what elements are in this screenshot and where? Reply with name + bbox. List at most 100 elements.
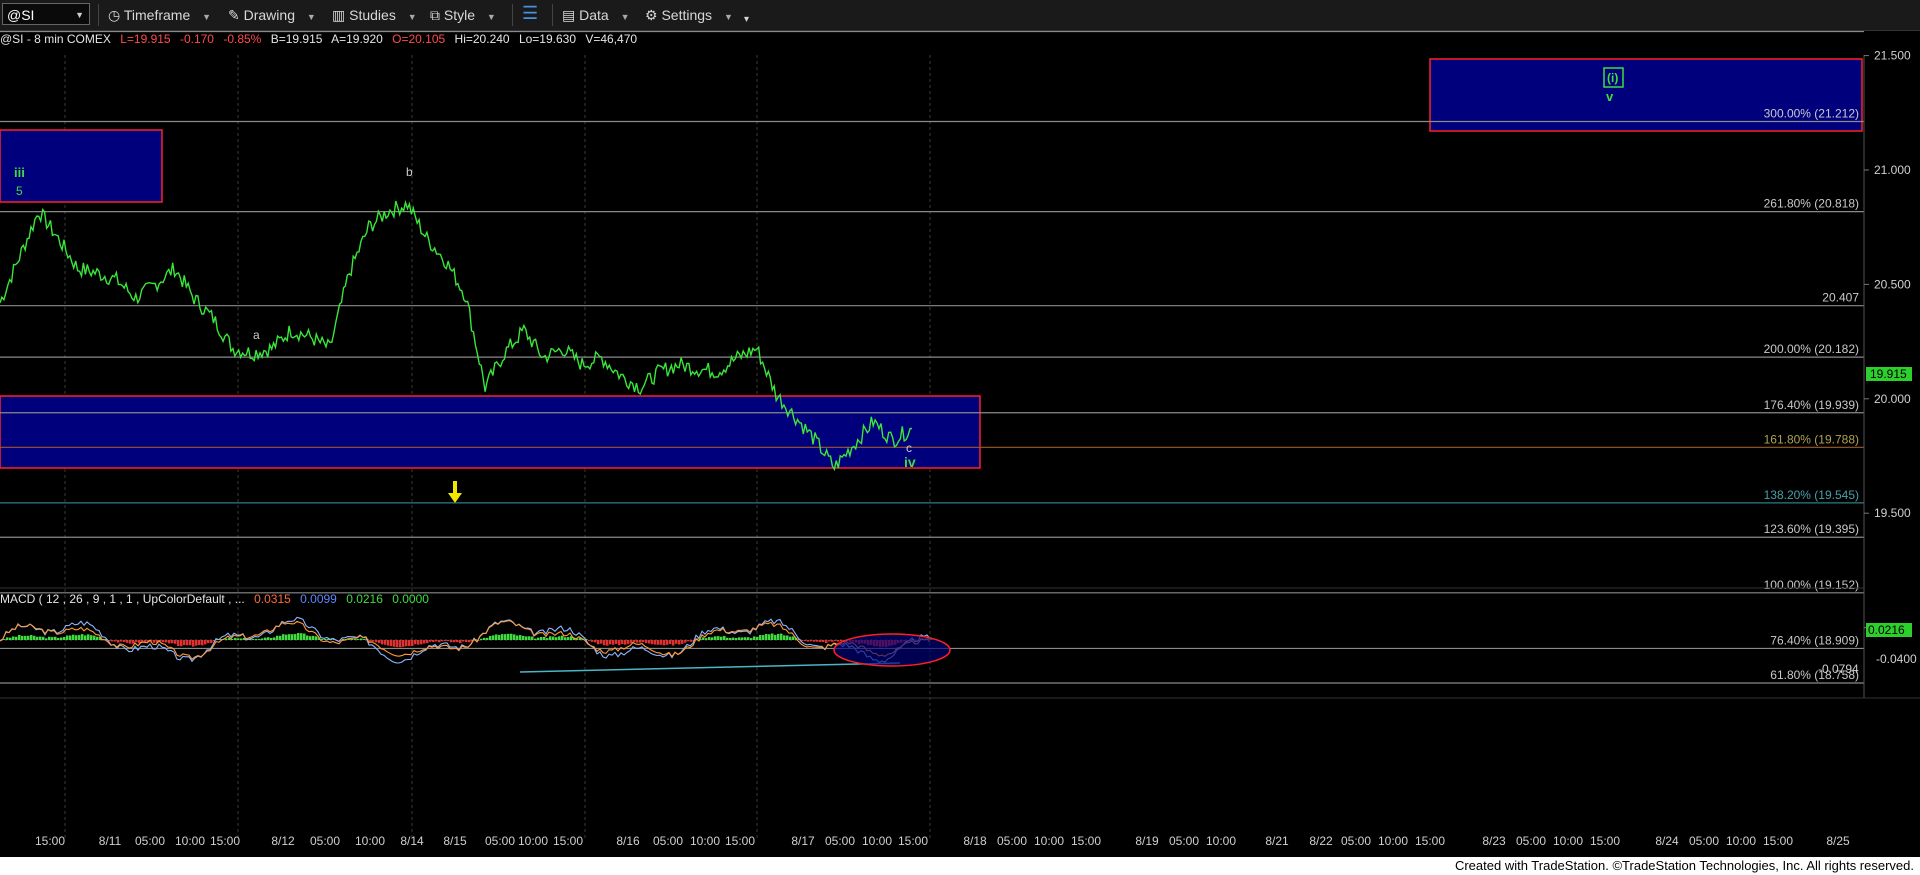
macd-histogram-bar	[777, 633, 780, 640]
macd-histogram-bar	[762, 635, 765, 640]
down-arrow-icon	[448, 481, 462, 503]
macd-histogram-bar	[786, 635, 789, 640]
chart-layout-icon[interactable]: ☰	[522, 3, 538, 23]
macd-histogram-bar	[84, 635, 87, 640]
settings-menu[interactable]: ⚙ Settings ▼	[645, 5, 733, 25]
fib-level-label: 76.40% (18.909)	[1770, 633, 1859, 647]
chevron-down-icon[interactable]: ▼	[75, 4, 84, 26]
macd-histogram-bar	[234, 637, 237, 640]
time-axis-label: 15:00	[553, 834, 583, 848]
macd-histogram-bar	[684, 640, 687, 643]
timeframe-label: Timeframe	[123, 7, 191, 23]
price-axis-label: 21.000	[1874, 163, 1911, 177]
macd-histogram-bar	[432, 640, 435, 642]
macd-histogram-bar	[726, 637, 729, 640]
macd-histogram-bar	[123, 640, 126, 642]
time-axis-label: 05:00	[1516, 834, 1546, 848]
time-axis-label: 8/23	[1482, 834, 1506, 848]
macd-histogram-bar	[72, 634, 75, 640]
time-axis-label: 8/24	[1655, 834, 1679, 848]
macd-histogram-bar	[39, 636, 42, 640]
macd-histogram-bar	[363, 639, 366, 640]
macd-histogram-bar	[507, 633, 510, 640]
macd-histogram-bar	[276, 635, 279, 640]
macd-axis-min: -0.0794	[1818, 662, 1859, 676]
data-icon: ▤	[562, 7, 576, 23]
macd-histogram-bar	[513, 634, 516, 640]
macd-histogram-bar	[297, 632, 300, 640]
macd-histogram-bar	[441, 640, 444, 642]
fib-level-label: 161.80% (19.788)	[1764, 432, 1859, 446]
macd-histogram-bar	[267, 637, 270, 640]
macd-histogram-bar	[708, 637, 711, 640]
macd-histogram-bar	[642, 640, 645, 643]
macd-histogram-bar	[321, 639, 324, 640]
macd-histogram-bar	[519, 635, 522, 640]
price-axis-label: 19.500	[1874, 506, 1911, 520]
macd-histogram-bar	[201, 640, 204, 646]
macd-histogram-bar	[231, 639, 234, 640]
studies-menu[interactable]: ▥ Studies ▼	[332, 5, 417, 25]
macd-histogram-bar	[444, 640, 447, 641]
macd-histogram-bar	[624, 640, 627, 645]
macd-histogram-bar	[252, 639, 255, 640]
macd-histogram-bar	[792, 636, 795, 640]
macd-axis-tick: -0.0400	[1876, 652, 1917, 666]
macd-histogram-bar	[30, 635, 33, 640]
macd-histogram-bar	[183, 640, 186, 646]
macd-histogram-bar	[129, 640, 132, 644]
chevron-down-icon: ▼	[407, 12, 417, 22]
drawing-label: Drawing	[243, 7, 295, 23]
macd-histogram-bar	[393, 640, 396, 647]
macd-histogram-bar	[198, 640, 201, 646]
macd-histogram-bar	[528, 636, 531, 640]
macd-histogram-bar	[78, 635, 81, 640]
macd-histogram-bar	[351, 638, 354, 640]
style-menu[interactable]: ⧉ Style ▼	[430, 5, 496, 25]
bar-chart-icon: ▥	[332, 7, 346, 23]
macd-histogram	[0, 632, 933, 648]
macd-histogram-bar	[87, 634, 90, 640]
gear-icon: ⚙	[645, 7, 658, 23]
fib-level-label: 200.00% (20.182)	[1764, 342, 1859, 356]
macd-histogram-bar	[126, 640, 129, 643]
macd-histogram-bar	[180, 640, 183, 647]
macd-histogram-bar	[837, 640, 840, 642]
macd-histogram-bar	[210, 640, 213, 644]
macd-histogram-bar	[360, 638, 363, 640]
macd-histogram-bar	[270, 637, 273, 640]
macd-histogram-bar	[720, 636, 723, 640]
wave-label-v: v	[1606, 89, 1614, 104]
macd-histogram-bar	[165, 640, 168, 643]
change-pct-text: -0.85%	[223, 32, 261, 46]
low-text: Lo=19.630	[519, 32, 576, 46]
macd-histogram-bar	[66, 635, 69, 640]
macd-histogram-bar	[192, 640, 195, 647]
wave-label-iv: iv	[904, 454, 916, 470]
macd-histogram-bar	[111, 640, 114, 642]
macd-histogram-bar	[771, 633, 774, 640]
data-menu[interactable]: ▤ Data ▼	[562, 5, 630, 25]
macd-histogram-bar	[834, 640, 837, 642]
symbol-input[interactable]: @SI ▼	[2, 3, 90, 25]
macd-histogram-bar	[435, 640, 438, 642]
macd-histogram-bar	[75, 635, 78, 640]
symbol-info: @SI - 8 min COMEX	[0, 32, 111, 46]
macd-histogram-bar	[315, 636, 318, 640]
macd-histogram-bar	[555, 637, 558, 640]
macd-histogram-bar	[540, 636, 543, 640]
fib-level-label: 123.60% (19.395)	[1764, 522, 1859, 536]
timeframe-menu[interactable]: ◷ Timeframe ▼	[108, 5, 211, 25]
drawing-menu[interactable]: ✎ Drawing ▼	[228, 5, 316, 25]
more-options-icon[interactable]: ▾	[744, 10, 749, 30]
macd-histogram-bar	[450, 640, 453, 643]
wave-label-5: 5	[16, 184, 23, 198]
time-axis-label: 10:00	[1206, 834, 1236, 848]
divergence-ellipse	[833, 633, 951, 667]
time-axis-label: 10:00	[518, 834, 548, 848]
macd-histogram-bar	[132, 640, 135, 644]
macd-histogram-bar	[168, 640, 171, 644]
price-chart[interactable]: @SI - 8 min COMEX L=19.915 -0.170 -0.85%…	[0, 30, 1920, 857]
fib-level-label: 100.00% (19.152)	[1764, 578, 1859, 592]
macd-histogram-bar	[291, 634, 294, 640]
